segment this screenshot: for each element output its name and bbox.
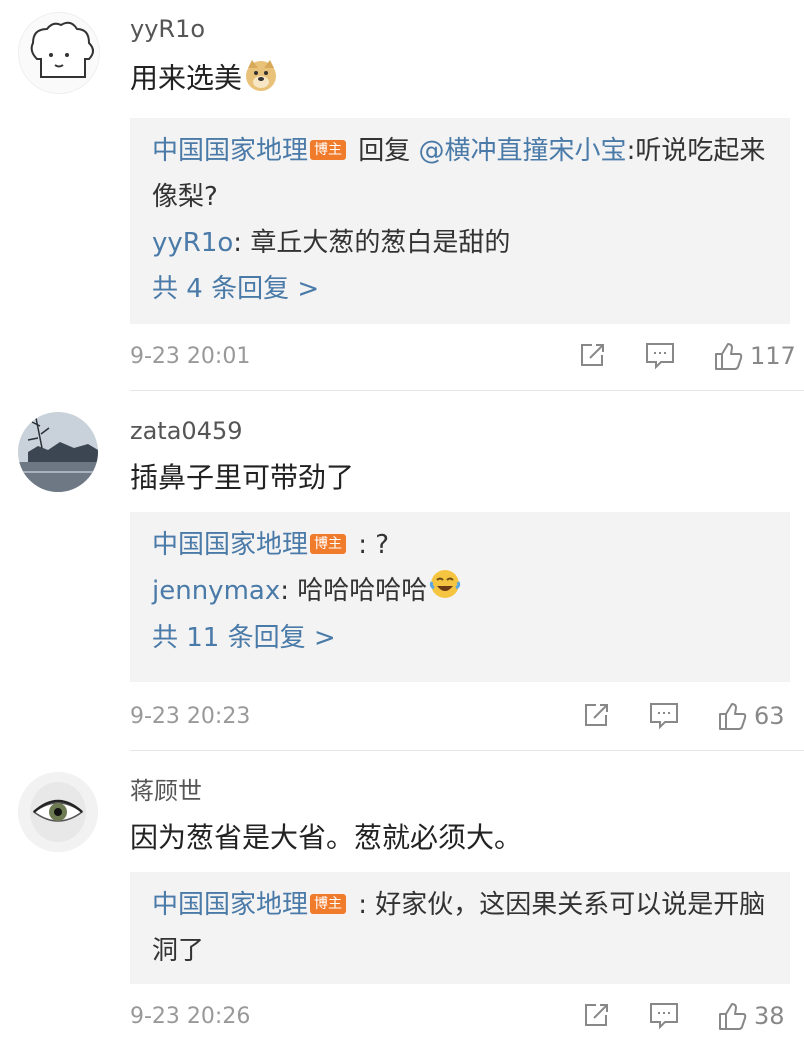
reply-box[interactable]: 中国国家地理 博主 回复 @横冲直撞宋小宝:听说吃起来像梨? yyR1o: 章丘大… (130, 118, 790, 324)
comment-meta: 9-23 20:01 117 (130, 340, 796, 376)
reply-word: 回复 (350, 136, 419, 166)
timestamp: 9-23 20:01 (130, 344, 251, 369)
reply-line: 中国国家地理 博主 : ? (152, 522, 768, 568)
thumbs-up-icon (712, 340, 744, 372)
like-button[interactable]: 117 (712, 340, 796, 372)
reply-author[interactable]: jennymax (152, 576, 280, 606)
comment-text: 因为葱省是大省。葱就必须大。 (130, 821, 523, 854)
reply-text: : ? (350, 530, 390, 560)
mention[interactable]: @横冲直撞宋小宝 (419, 136, 627, 166)
reply-author[interactable]: 中国国家地理 (152, 890, 308, 920)
more-replies-link[interactable]: 共 4 条回复 > (152, 266, 768, 312)
username[interactable]: yyR1o (130, 14, 205, 44)
like-count: 38 (754, 1002, 785, 1030)
like-button[interactable]: 38 (716, 1000, 785, 1032)
divider (130, 390, 804, 391)
blogger-badge: 博主 (310, 893, 347, 914)
username[interactable]: zata0459 (130, 416, 243, 446)
thumbs-up-icon (716, 700, 748, 732)
like-count: 117 (750, 342, 796, 370)
reply-line: 中国国家地理 博主 : 好家伙，这因果关系可以说是开脑洞了 (152, 882, 768, 974)
avatar-eye[interactable] (18, 772, 98, 852)
reply-author[interactable]: 中国国家地理 (152, 136, 308, 166)
reply-author[interactable]: 中国国家地理 (152, 530, 308, 560)
share-icon[interactable] (578, 340, 608, 370)
comment-icon[interactable] (644, 340, 676, 370)
avatar-sheep[interactable] (18, 12, 100, 94)
blogger-badge: 博主 (310, 139, 347, 160)
blogger-badge: 博主 (310, 533, 347, 554)
timestamp: 9-23 20:23 (130, 704, 251, 729)
like-count: 63 (754, 702, 785, 730)
reply-box[interactable]: 中国国家地理 博主 : ? jennymax: 哈哈哈哈哈 共 11 条回复 > (130, 512, 790, 682)
laugh-cry-emoji-icon (429, 568, 461, 615)
divider (130, 750, 804, 751)
comment-icon[interactable] (648, 700, 680, 730)
timestamp: 9-23 20:26 (130, 1004, 251, 1029)
reply-author[interactable]: yyR1o (152, 228, 233, 258)
comment-text: 插鼻子里可带劲了 (130, 461, 355, 494)
share-icon[interactable] (582, 1000, 612, 1030)
doge-emoji-icon (244, 58, 278, 101)
thumbs-up-icon (716, 1000, 748, 1032)
avatar-winter-scene[interactable] (18, 412, 98, 492)
like-button[interactable]: 63 (716, 700, 785, 732)
reply-text: : 章丘大葱的葱白是甜的 (233, 228, 511, 258)
comment-meta: 9-23 20:26 38 (130, 1000, 792, 1036)
more-replies-link[interactable]: 共 11 条回复 > (152, 615, 768, 661)
comment-icon[interactable] (648, 1000, 680, 1030)
reply-text: : 哈哈哈哈哈 (280, 576, 428, 606)
reply-box[interactable]: 中国国家地理 博主 : 好家伙，这因果关系可以说是开脑洞了 (130, 872, 790, 984)
reply-line: jennymax: 哈哈哈哈哈 (152, 568, 768, 615)
share-icon[interactable] (582, 700, 612, 730)
comment-text: 用来选美 (130, 58, 278, 101)
reply-line: yyR1o: 章丘大葱的葱白是甜的 (152, 220, 768, 266)
reply-line: 中国国家地理 博主 回复 @横冲直撞宋小宝:听说吃起来像梨? (152, 128, 768, 220)
comment-meta: 9-23 20:23 63 (130, 700, 792, 736)
username[interactable]: 蒋顾世 (130, 776, 202, 806)
